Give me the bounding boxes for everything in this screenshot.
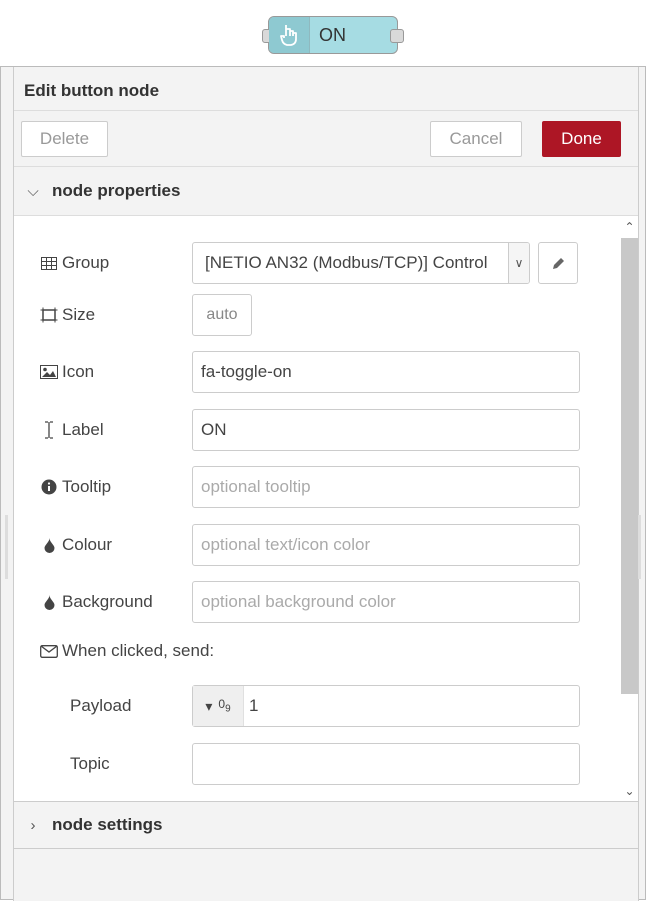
tray-toolbar: Delete Cancel Done: [14, 111, 638, 167]
properties-panel: Group [NETIO AN32 (Modbus/TCP)] Control …: [14, 215, 638, 802]
envelope-icon: [38, 644, 60, 658]
chevron-right-icon: ›: [30, 816, 36, 834]
done-button[interactable]: Done: [542, 121, 621, 157]
size-row: Size auto: [38, 294, 558, 336]
resize-icon: [38, 307, 60, 323]
tint-icon: [38, 537, 60, 553]
node-preview[interactable]: ON: [262, 16, 404, 54]
colour-label: Colour: [38, 524, 112, 566]
label-row: Label ON: [38, 409, 580, 451]
icon-row: Icon fa-toggle-on: [38, 351, 580, 393]
group-label: Group: [38, 242, 109, 284]
topic-label: Topic: [70, 754, 110, 773]
section-title: node properties: [52, 181, 181, 200]
topic-input[interactable]: [192, 743, 580, 785]
delete-button[interactable]: Delete: [21, 121, 108, 157]
chevron-down-icon: ∨: [508, 243, 529, 283]
tray-inner: Edit button node Delete Cancel Done ⌵ no…: [13, 67, 639, 901]
image-icon: [38, 365, 60, 379]
background-row: Background optional background color: [38, 581, 580, 623]
topic-row: Topic: [38, 743, 580, 785]
section-node-settings[interactable]: › node settings: [14, 801, 638, 849]
tray-title: Edit button node: [14, 67, 638, 111]
text-cursor-icon: [38, 421, 60, 439]
label-label: Label: [38, 409, 104, 451]
caret-down-icon: ▾: [205, 697, 213, 714]
label-input[interactable]: ON: [192, 409, 580, 451]
group-row: Group [NETIO AN32 (Modbus/TCP)] Control …: [38, 242, 578, 284]
background-label: Background: [38, 581, 153, 623]
tint-icon: [38, 594, 60, 610]
icon-label: Icon: [38, 351, 94, 393]
left-resize-grip[interactable]: [5, 515, 8, 579]
colour-input[interactable]: optional text/icon color: [192, 524, 580, 566]
section-node-properties[interactable]: ⌵ node properties: [14, 167, 638, 215]
pencil-icon: [552, 257, 564, 269]
number-type-icon: 09: [218, 697, 231, 715]
tooltip-row: Tooltip optional tooltip: [38, 466, 580, 508]
hand-pointer-icon: [269, 17, 310, 53]
colour-row: Colour optional text/icon color: [38, 524, 580, 566]
group-select-value: [NETIO AN32 (Modbus/TCP)] Control: [205, 253, 488, 272]
payload-label: Payload: [70, 696, 132, 715]
chevron-down-icon: ⌵: [27, 182, 39, 200]
edit-group-button[interactable]: [538, 242, 578, 284]
icon-input[interactable]: fa-toggle-on: [192, 351, 580, 393]
group-select[interactable]: [NETIO AN32 (Modbus/TCP)] Control ∨: [192, 242, 530, 284]
section-title: node settings: [52, 815, 163, 834]
edit-tray: Edit button node Delete Cancel Done ⌵ no…: [0, 66, 646, 901]
scroll-down-icon[interactable]: ⌄: [621, 782, 638, 800]
payload-type-select[interactable]: ▾ 09: [193, 686, 244, 726]
cancel-button[interactable]: Cancel: [430, 121, 522, 157]
payload-row: Payload ▾ 09 1: [38, 685, 580, 727]
tooltip-label: Tooltip: [38, 466, 111, 508]
tooltip-input[interactable]: optional tooltip: [192, 466, 580, 508]
background-input[interactable]: optional background color: [192, 581, 580, 623]
when-clicked-label: When clicked, send:: [38, 631, 214, 671]
info-circle-icon: [38, 479, 60, 495]
scroll-up-icon[interactable]: ⌃: [621, 218, 638, 236]
output-port[interactable]: [390, 29, 404, 43]
node-label: ON: [319, 24, 346, 45]
table-icon: [38, 256, 60, 270]
payload-input[interactable]: ▾ 09 1: [192, 685, 580, 727]
when-clicked-row: When clicked, send:: [38, 631, 558, 671]
payload-value: 1: [249, 696, 259, 715]
right-resize-grip[interactable]: [638, 515, 641, 579]
size-button[interactable]: auto: [192, 294, 252, 336]
scroll-thumb[interactable]: [621, 238, 638, 694]
size-label: Size: [38, 294, 95, 336]
properties-scrollbar[interactable]: ⌃ ⌄: [618, 216, 638, 802]
